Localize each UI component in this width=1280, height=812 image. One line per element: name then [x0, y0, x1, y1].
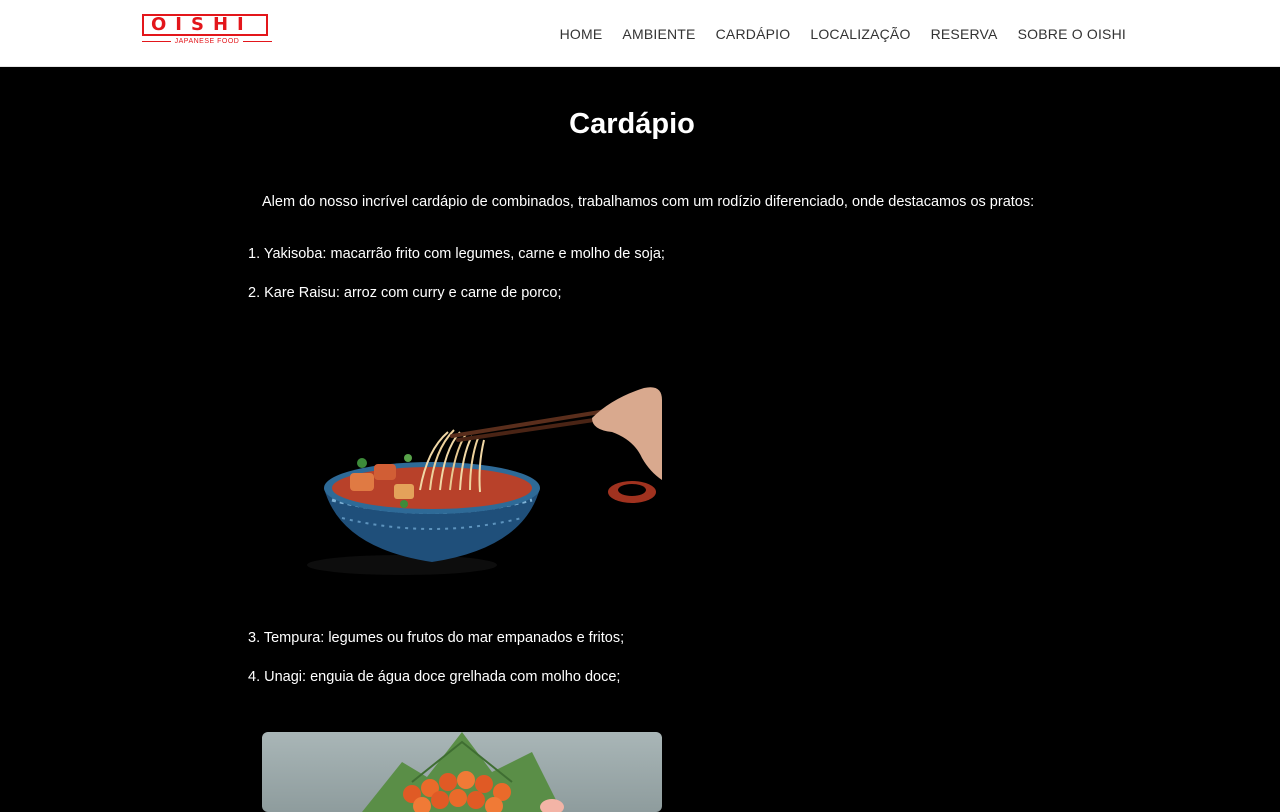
nav-ambiente[interactable]: AMBIENTE — [622, 22, 695, 46]
dish-item-kare-raisu: 2. Kare Raisu: arroz com curry e carne d… — [248, 285, 562, 301]
nav-localizacao[interactable]: LOCALIZAÇÃO — [810, 22, 910, 46]
logo-subtitle-row: JAPANESE FOOD — [142, 38, 272, 45]
noodle-bowl-photo — [262, 340, 662, 606]
logo-divider — [243, 41, 272, 42]
roe-dish-photo — [262, 732, 662, 812]
logo-subtitle: JAPANESE FOOD — [174, 38, 240, 45]
noodle-bowl-illustration — [307, 387, 662, 575]
dish-item-unagi: 4. Unagi: enguia de água doce grelhada c… — [248, 669, 621, 685]
main-nav: HOME AMBIENTE CARDÁPIO LOCALIZAÇÃO RESER… — [560, 22, 1126, 46]
roe-dish-illustration — [362, 732, 564, 812]
site-header: OISHI JAPANESE FOOD HOME AMBIENTE CARDÁP… — [0, 0, 1280, 67]
dish-item-yakisoba: 1. Yakisoba: macarrão frito com legumes,… — [248, 246, 665, 262]
intro-text: Alem do nosso incrível cardápio de combi… — [262, 194, 1035, 210]
logo-divider — [142, 41, 171, 42]
logo-box: OISHI — [142, 14, 268, 36]
nav-home[interactable]: HOME — [560, 22, 603, 46]
dish-item-tempura: 3. Tempura: legumes ou frutos do mar emp… — [248, 630, 625, 646]
logo-word: OISHI — [151, 14, 253, 35]
nav-cardapio[interactable]: CARDÁPIO — [716, 22, 791, 46]
oishi-logo[interactable]: OISHI JAPANESE FOOD — [142, 14, 272, 52]
nav-reserva[interactable]: RESERVA — [931, 22, 998, 46]
nav-sobre[interactable]: SOBRE O OISHI — [1018, 22, 1126, 46]
page-title: Cardápio — [569, 108, 695, 140]
